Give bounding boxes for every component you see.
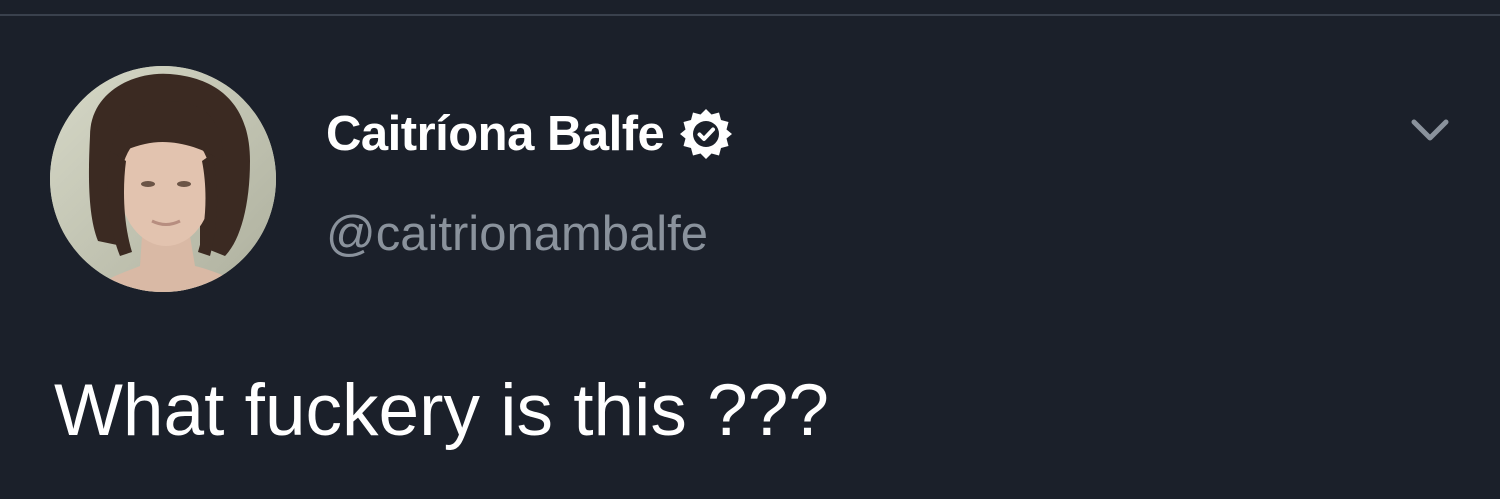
avatar-photo (50, 66, 276, 292)
author-display-name[interactable]: Caitríona Balfe (326, 104, 665, 164)
chevron-down-icon[interactable] (1400, 110, 1460, 150)
author-handle[interactable]: @caitrionambalfe (326, 204, 708, 264)
tweet-text: What fuckery is this ??? (54, 370, 829, 451)
top-divider (0, 14, 1500, 16)
verified-badge-icon (680, 109, 733, 159)
avatar[interactable] (50, 66, 276, 292)
author-row: Caitríona Balfe (326, 104, 734, 164)
